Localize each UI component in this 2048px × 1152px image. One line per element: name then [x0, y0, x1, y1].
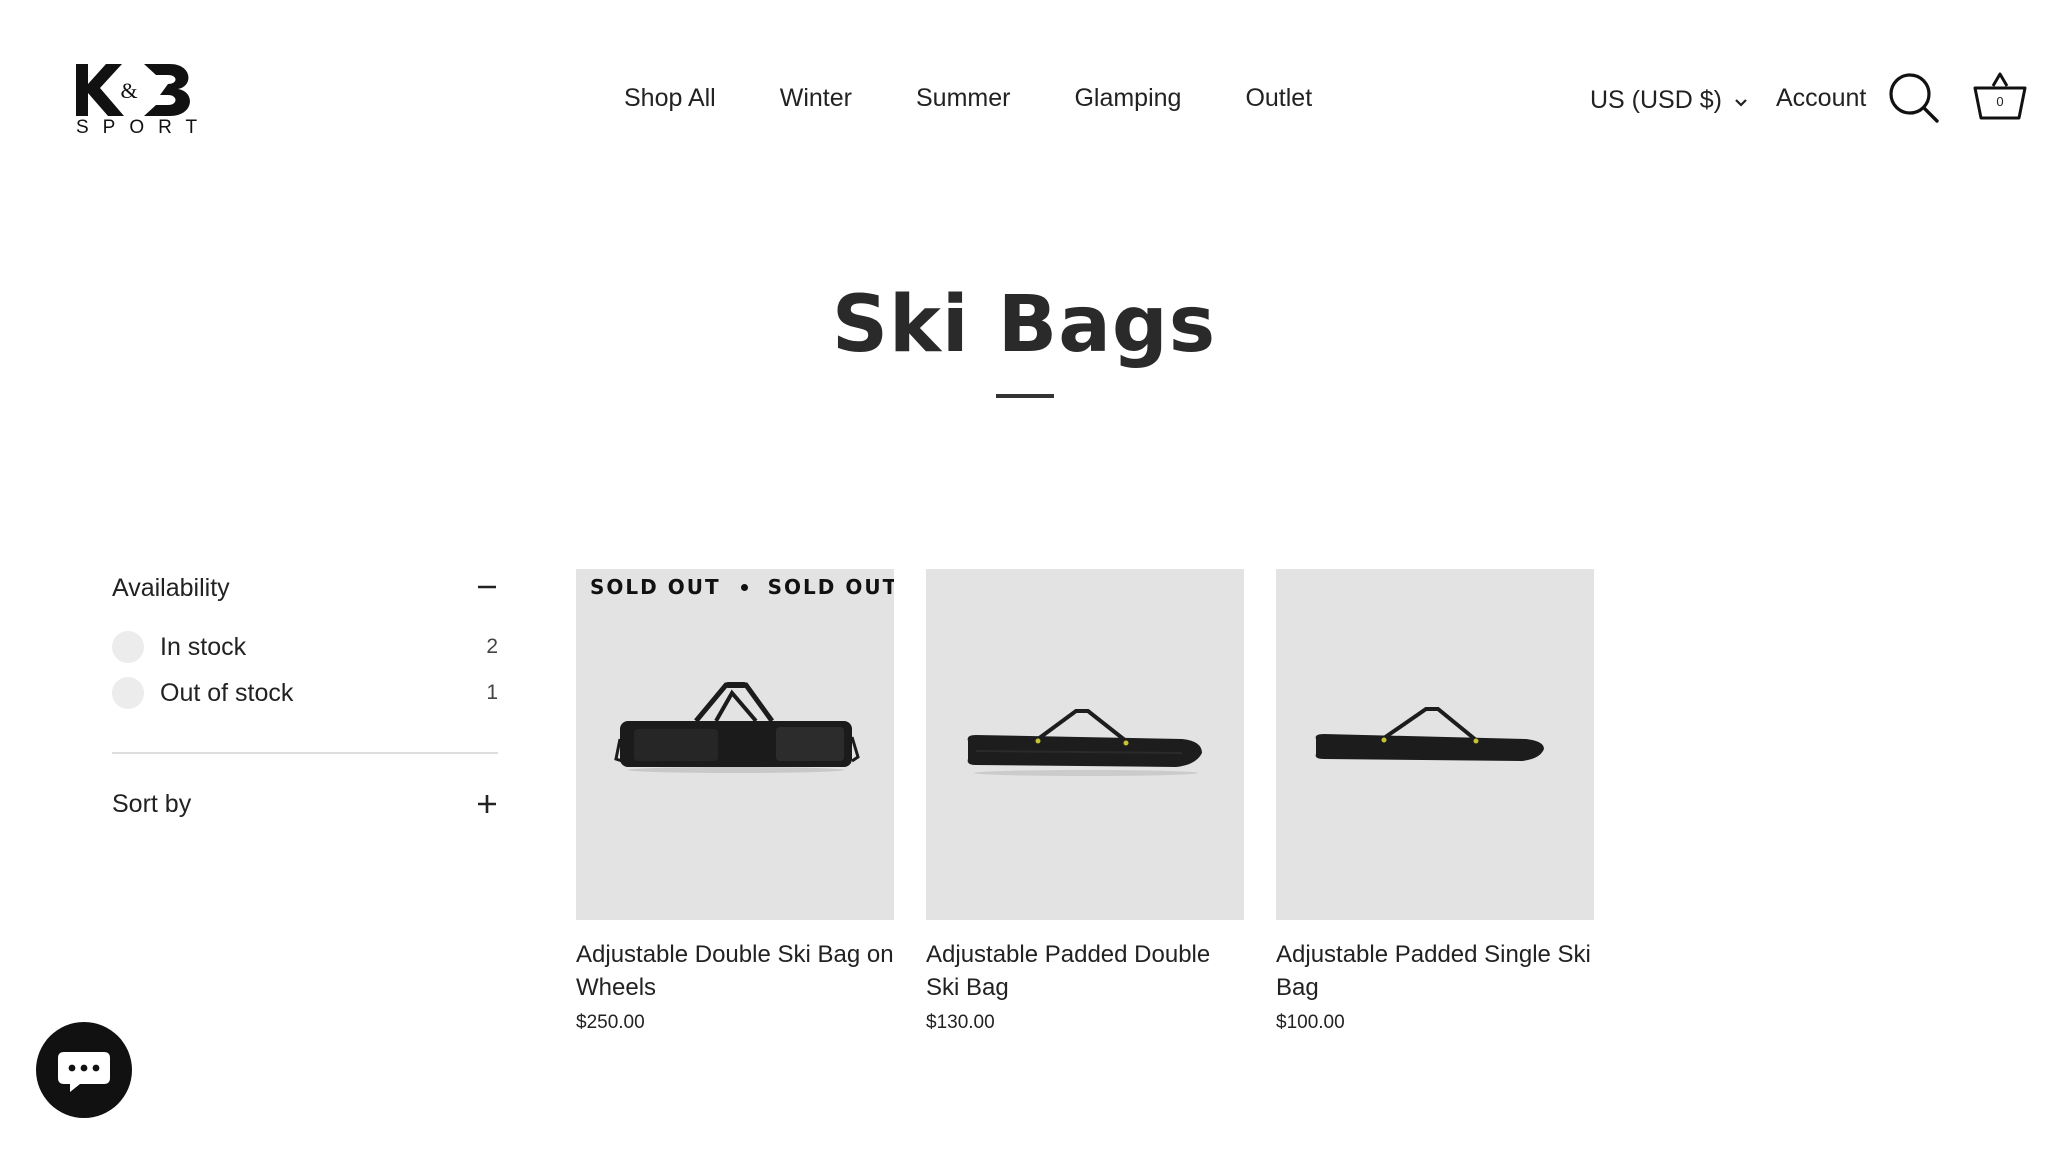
nav-outlet[interactable]: Outlet	[1245, 80, 1312, 116]
account-link[interactable]: Account	[1776, 80, 1866, 116]
product-image[interactable]	[926, 569, 1244, 920]
nav-winter[interactable]: Winter	[780, 80, 852, 116]
sort-by-title: Sort by	[112, 789, 192, 818]
cart-count: 0	[1996, 94, 2004, 109]
wheeled-double-ski-bag-image	[614, 682, 860, 773]
filter-option-label: In stock	[160, 632, 247, 661]
filter-option-count: 2	[486, 635, 498, 658]
filter-option-out-of-stock[interactable]: Out of stock 1	[112, 670, 498, 716]
plus-icon[interactable]	[476, 788, 498, 818]
product-image[interactable]	[1276, 569, 1594, 920]
product-title[interactable]: Adjustable Padded Single Ski Bag	[1276, 938, 1594, 1004]
cart-button[interactable]: 0	[1972, 70, 2028, 124]
search-icon[interactable]	[1888, 72, 1940, 124]
availability-title: Availability	[112, 573, 230, 602]
currency-selector[interactable]: US (USD $)	[1590, 82, 1748, 118]
minus-icon[interactable]	[476, 572, 498, 602]
currency-label: US (USD $)	[1590, 86, 1722, 114]
radio-out-of-stock[interactable]	[112, 677, 144, 709]
filter-sidebar: Availability In stock 2 Out of stock 1 S…	[112, 568, 498, 824]
product-price: $250.00	[576, 1012, 645, 1033]
radio-in-stock[interactable]	[112, 631, 144, 663]
padded-double-ski-bag-image	[967, 709, 1202, 776]
nav-shop-all[interactable]: Shop All	[624, 80, 716, 116]
product-price: $100.00	[1276, 1012, 1345, 1033]
product-card[interactable]: Adjustable Padded Single Ski Bag $100.00	[1276, 569, 1594, 1034]
nav-summer[interactable]: Summer	[916, 80, 1010, 116]
product-price: $130.00	[926, 1012, 995, 1033]
product-title[interactable]: Adjustable Padded Double Ski Bag	[926, 938, 1244, 1004]
logo-mark: &	[76, 64, 190, 116]
filter-option-label: Out of stock	[160, 678, 294, 707]
filter-option-in-stock[interactable]: In stock 2	[112, 624, 498, 670]
logo[interactable]: & SPORT	[74, 62, 200, 142]
product-card[interactable]: Adjustable Padded Double Ski Bag $130.00	[926, 569, 1244, 1034]
site-header: & SPORT Shop All Winter Summer Glamping …	[0, 0, 2048, 200]
product-card[interactable]: SOLD OUT SOLD OUT Adjustable Double Ski …	[576, 569, 894, 1034]
title-divider	[996, 394, 1054, 398]
availability-filter-header[interactable]: Availability	[112, 568, 498, 608]
chevron-down-icon	[1735, 99, 1747, 107]
product-title[interactable]: Adjustable Double Ski Bag on Wheels	[576, 938, 894, 1004]
padded-single-ski-bag-image	[1315, 707, 1544, 761]
chat-button[interactable]	[36, 1022, 132, 1118]
page-title: Ski Bags	[831, 280, 1217, 370]
main-nav: Shop All Winter Summer Glamping Outlet	[624, 80, 1312, 116]
logo-wordmark: SPORT	[76, 117, 212, 138]
chat-icon	[58, 1052, 110, 1092]
nav-glamping[interactable]: Glamping	[1074, 80, 1181, 116]
product-image[interactable]: SOLD OUT SOLD OUT	[576, 569, 894, 920]
logo-ampersand: &	[120, 78, 137, 103]
filter-option-count: 1	[486, 681, 498, 704]
sort-by-header[interactable]: Sort by	[112, 784, 498, 824]
